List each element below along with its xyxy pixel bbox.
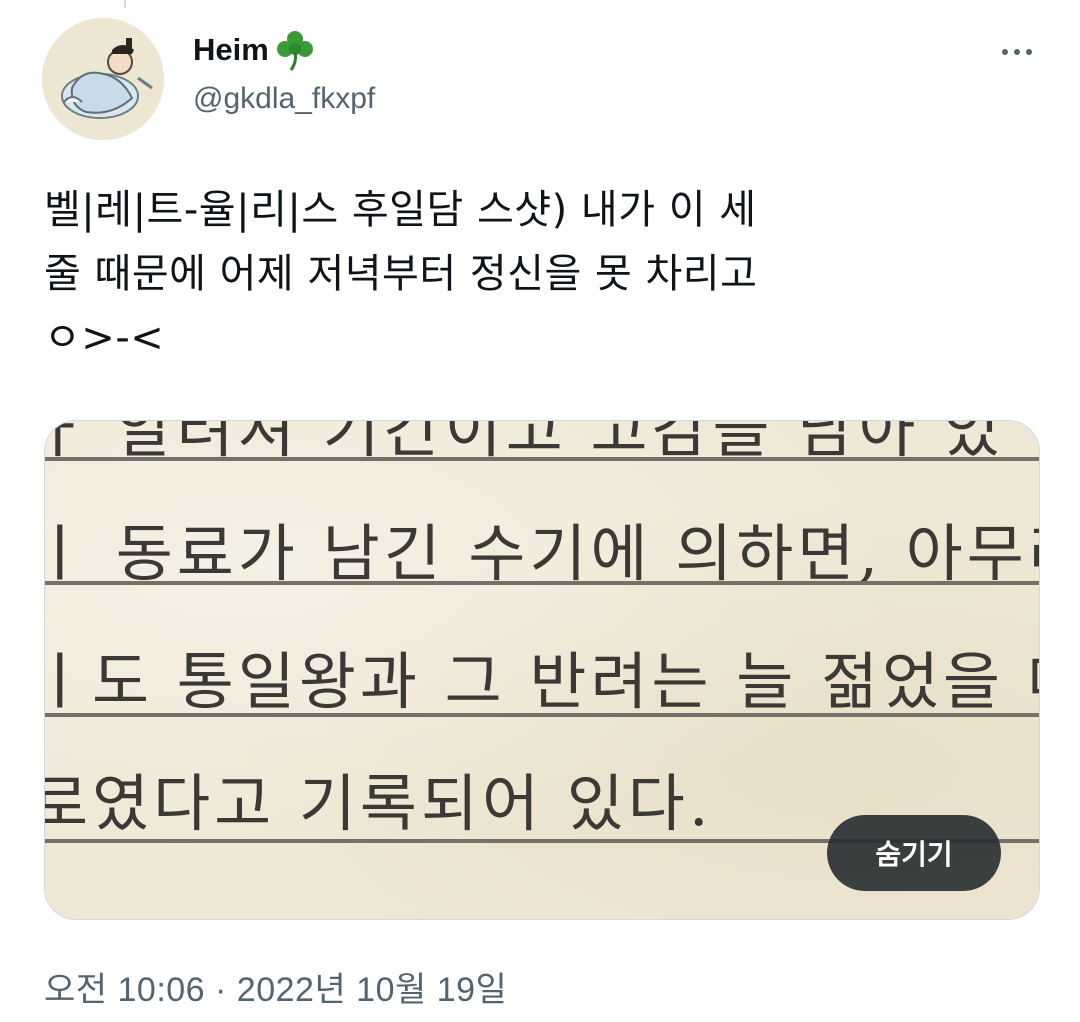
hide-media-button[interactable]: 숨기기: [827, 815, 1001, 891]
user-handle[interactable]: @gkdla_fkxpf: [193, 82, 375, 116]
tweet-image[interactable]: ㅏ 알려져 기간이고 고감을 남아 있 ㅣ 동료가 남긴 수기에 의하면, 아무…: [44, 420, 1040, 920]
thread-connector-line: [124, 0, 126, 8]
more-dot-icon: [1002, 49, 1008, 55]
avatar[interactable]: [42, 18, 164, 140]
tweet-text: 벨|레|트-율|리|스 후일담 스샷) 내가 이 세 줄 때문에 어제 저녁부터…: [44, 187, 758, 361]
page-rule: [45, 457, 1039, 461]
image-text-line: ㅣ도 통일왕과 그 반려는 늘 젊었을 때: [44, 645, 1040, 718]
more-dot-icon: [1026, 49, 1032, 55]
avatar-illustration: [42, 18, 164, 140]
shamrock-icon: [276, 31, 313, 71]
page-rule: [45, 581, 1039, 585]
image-text-line: ㅏ 알려져 기간이고 고감을 남아 있: [44, 420, 1005, 466]
display-name[interactable]: Heim: [193, 32, 269, 68]
more-options-button[interactable]: [990, 30, 1044, 74]
author-name-row[interactable]: Heim: [193, 28, 315, 72]
tweet-timestamp[interactable]: 오전 10:06 · 2022년 10월 19일: [44, 962, 507, 1011]
page-rule: [45, 713, 1039, 717]
image-text-line: 로였다고 기록되어 있다.: [44, 767, 713, 840]
more-dot-icon: [1014, 49, 1020, 55]
image-text-line: ㅣ 동료가 남긴 수기에 의하면, 아무리: [44, 517, 1040, 590]
